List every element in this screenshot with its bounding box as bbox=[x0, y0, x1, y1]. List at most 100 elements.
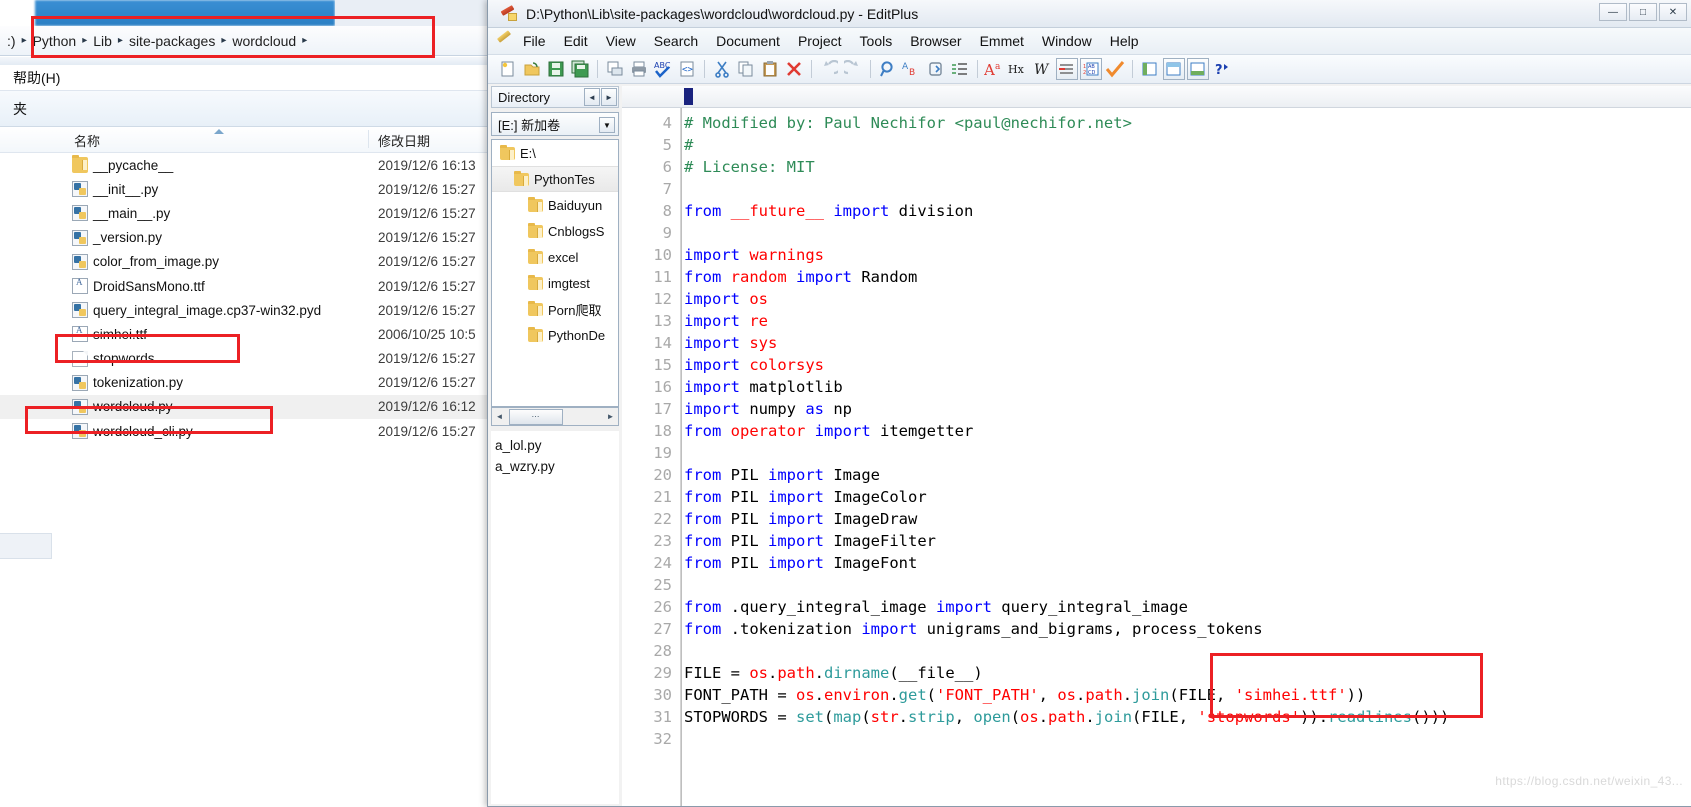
scroll-left-arrow-icon[interactable]: ◄ bbox=[492, 408, 507, 425]
hex-icon[interactable]: Hx bbox=[1008, 58, 1030, 80]
indent-icon[interactable] bbox=[1056, 58, 1078, 80]
new-file-icon[interactable] bbox=[497, 58, 519, 80]
code-line[interactable]: from operator import itemgetter bbox=[684, 420, 1691, 442]
code-line[interactable]: # Modified by: Paul Nechifor <paul@nechi… bbox=[684, 112, 1691, 134]
code-line[interactable] bbox=[684, 728, 1691, 750]
breadcrumb-prefix[interactable]: :) bbox=[2, 33, 21, 49]
check-icon[interactable] bbox=[1104, 58, 1126, 80]
directory-tree-horizontal-scrollbar[interactable]: ◄ ⋯ ► bbox=[491, 407, 619, 426]
menu-item-project[interactable]: Project bbox=[789, 31, 851, 51]
paste-icon[interactable] bbox=[759, 58, 781, 80]
column-divider[interactable] bbox=[368, 130, 369, 148]
file-list-item[interactable]: wordcloud.py 2019/12/6 16:12 bbox=[0, 394, 500, 420]
breadcrumb-item-python[interactable]: Python bbox=[28, 33, 82, 49]
menu-item-search[interactable]: Search bbox=[645, 31, 707, 51]
code-text-area[interactable]: # Modified by: Paul Nechifor <paul@nechi… bbox=[684, 108, 1691, 806]
dock-next-button[interactable]: ► bbox=[601, 88, 617, 106]
breadcrumb-item-site-packages[interactable]: site-packages bbox=[124, 33, 220, 49]
menu-item-window[interactable]: Window bbox=[1033, 31, 1101, 51]
compare-icon[interactable]: AB CD 1 2 bbox=[1080, 58, 1102, 80]
menu-item-help[interactable]: 帮助(H) bbox=[4, 66, 69, 90]
breadcrumb-item-wordcloud[interactable]: wordcloud bbox=[227, 33, 301, 49]
code-line[interactable] bbox=[684, 574, 1691, 596]
menu-item-file[interactable]: File bbox=[514, 31, 555, 51]
directory-file-list[interactable]: a_lol.py a_wzry.py bbox=[491, 431, 619, 804]
code-line[interactable]: import re bbox=[684, 310, 1691, 332]
dock-prev-button[interactable]: ◄ bbox=[584, 88, 600, 106]
font-icon[interactable]: Aa bbox=[984, 58, 1006, 80]
code-line[interactable]: from .query_integral_image import query_… bbox=[684, 596, 1691, 618]
code-line[interactable] bbox=[684, 178, 1691, 200]
directory-tree-item[interactable]: E:\ bbox=[492, 140, 618, 166]
copy-icon[interactable] bbox=[735, 58, 757, 80]
open-folder-icon[interactable] bbox=[521, 58, 543, 80]
html-tag-icon[interactable]: <> bbox=[676, 58, 698, 80]
drive-selector-dropdown[interactable]: [E:] 新加卷 ▼ bbox=[491, 112, 619, 136]
file-list-item[interactable]: simhei.ttf 2006/10/25 10:5 bbox=[0, 322, 500, 346]
word-wrap-icon[interactable]: W bbox=[1032, 58, 1054, 80]
directory-tree-item[interactable]: Porn爬取 bbox=[492, 296, 618, 322]
file-list-item[interactable]: __main__.py 2019/12/6 15:27 bbox=[0, 201, 500, 225]
file-list[interactable]: __pycache__ 2019/12/6 16:13 __init__.py 201… bbox=[0, 153, 500, 553]
redo-icon[interactable] bbox=[842, 58, 864, 80]
code-line[interactable]: import os bbox=[684, 288, 1691, 310]
command-bar-label[interactable]: 夹 bbox=[4, 97, 36, 121]
file-list-item[interactable]: stopwords 2019/12/6 15:27 bbox=[0, 347, 500, 371]
code-line[interactable]: FONT_PATH = os.environ.get('FONT_PATH', … bbox=[684, 684, 1691, 706]
scroll-right-arrow-icon[interactable]: ► bbox=[603, 408, 618, 425]
file-list-item[interactable]: __init__.py 2019/12/6 15:27 bbox=[0, 177, 500, 201]
toggle-window-icon[interactable] bbox=[1163, 58, 1185, 80]
menu-item-browser[interactable]: Browser bbox=[901, 31, 970, 51]
directory-tree-item[interactable]: imgtest bbox=[492, 270, 618, 296]
address-bar[interactable]: :) ▸ Python ▸ Lib ▸ site-packages ▸ word… bbox=[0, 26, 500, 56]
column-header-date[interactable]: 修改日期 bbox=[378, 131, 430, 150]
menu-item-help[interactable]: Help bbox=[1101, 31, 1148, 51]
code-line[interactable] bbox=[684, 640, 1691, 662]
close-button[interactable]: ✕ bbox=[1659, 3, 1687, 21]
menu-item-view[interactable]: View bbox=[597, 31, 645, 51]
breadcrumb-item-lib[interactable]: Lib bbox=[88, 33, 117, 49]
editplus-title-bar[interactable]: D:\Python\Lib\site-packages\wordcloud\wo… bbox=[488, 0, 1691, 28]
code-line[interactable]: # bbox=[684, 134, 1691, 156]
maximize-button[interactable]: □ bbox=[1629, 3, 1657, 21]
code-line[interactable]: from random import Random bbox=[684, 266, 1691, 288]
code-line[interactable]: import colorsys bbox=[684, 354, 1691, 376]
code-line[interactable]: import matplotlib bbox=[684, 376, 1691, 398]
directory-tree-item[interactable]: CnblogsS bbox=[492, 218, 618, 244]
menu-item-tools[interactable]: Tools bbox=[851, 31, 902, 51]
line-numbers-icon[interactable] bbox=[949, 58, 971, 80]
print-preview-icon[interactable] bbox=[604, 58, 626, 80]
delete-icon[interactable] bbox=[783, 58, 805, 80]
menu-item-document[interactable]: Document bbox=[707, 31, 789, 51]
directory-file-item[interactable]: a_lol.py bbox=[495, 435, 615, 456]
file-list-item[interactable]: _version.py 2019/12/6 15:27 bbox=[0, 226, 500, 250]
save-all-icon[interactable] bbox=[569, 58, 591, 80]
document-selector-icon[interactable] bbox=[1139, 58, 1161, 80]
window-controls[interactable]: — □ ✕ bbox=[1599, 3, 1687, 21]
menu-item-edit[interactable]: Edit bbox=[555, 31, 597, 51]
code-line[interactable]: import warnings bbox=[684, 244, 1691, 266]
code-line[interactable]: from PIL import ImageColor bbox=[684, 486, 1691, 508]
directory-tree[interactable]: E:\ PythonTes Baiduyun CnblogsS excel imgtest… bbox=[491, 139, 619, 407]
chevron-down-icon[interactable]: ▼ bbox=[599, 117, 615, 133]
directory-tree-item[interactable]: PythonDe bbox=[492, 322, 618, 348]
minimize-button[interactable]: — bbox=[1599, 3, 1627, 21]
replace-icon[interactable]: AB bbox=[901, 58, 923, 80]
file-list-item[interactable]: query_integral_image.cp37-win32.pyd 2019/… bbox=[0, 298, 500, 322]
code-line[interactable]: from PIL import Image bbox=[684, 464, 1691, 486]
code-line[interactable] bbox=[684, 222, 1691, 244]
file-list-item[interactable]: DroidSansMono.ttf 2019/12/6 15:27 bbox=[0, 274, 500, 298]
spellcheck-icon[interactable]: ABC bbox=[652, 58, 674, 80]
code-line[interactable]: from __future__ import division bbox=[684, 200, 1691, 222]
directory-tree-item[interactable]: excel bbox=[492, 244, 618, 270]
code-line[interactable]: import numpy as np bbox=[684, 398, 1691, 420]
file-list-item[interactable]: color_from_image.py 2019/12/6 15:27 bbox=[0, 250, 500, 274]
code-line[interactable]: from PIL import ImageFilter bbox=[684, 530, 1691, 552]
directory-tree-item[interactable]: Baiduyun bbox=[492, 192, 618, 218]
directory-file-item[interactable]: a_wzry.py bbox=[495, 456, 615, 477]
code-editor[interactable]: —---+----1----+----2----+----3----+----4… bbox=[622, 86, 1691, 806]
scrollbar-thumb[interactable]: ⋯ bbox=[509, 408, 563, 425]
file-list-item[interactable]: wordcloud_cli.py 2019/12/6 15:27 bbox=[0, 419, 500, 443]
code-line[interactable]: import sys bbox=[684, 332, 1691, 354]
print-icon[interactable] bbox=[628, 58, 650, 80]
